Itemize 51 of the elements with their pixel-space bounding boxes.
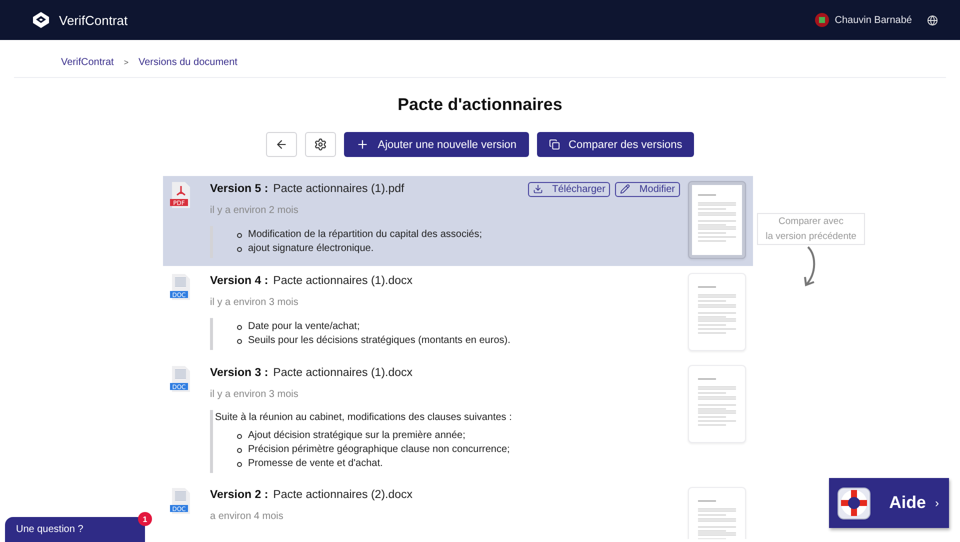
globe-icon[interactable] — [927, 14, 938, 26]
file-name: Pacte actionnaires (1).pdf — [273, 183, 406, 195]
change-item: Date pour la vente/achat; — [248, 320, 360, 334]
file-name: Pacte actionnaires (2).docx — [273, 489, 414, 501]
change-item: Promesse de vente et d'achat. — [248, 457, 383, 471]
breadcrumb-link[interactable]: Versions du document — [138, 57, 238, 68]
brand-name[interactable]: VerifContrat — [59, 12, 128, 28]
settings-icon — [314, 138, 327, 151]
bullet-icon — [237, 324, 242, 330]
version-label: Version 4 : — [210, 275, 268, 287]
bullet-icon — [237, 462, 242, 466]
version-time: a environ 4 mois — [210, 511, 284, 522]
copy-icon — [548, 139, 560, 150]
breadcrumb-link[interactable]: VerifContrat — [61, 57, 114, 68]
version-time: il y a environ 3 mois — [210, 297, 300, 308]
page-title: Pacte d'actionnaires — [396, 95, 564, 115]
version-label: Version 2 : — [210, 489, 268, 501]
version-time: il y a environ 3 mois — [210, 389, 300, 400]
file-name: Pacte actionnaires (1).docx — [273, 275, 414, 287]
pencil-icon — [620, 184, 630, 194]
help-button[interactable]: Aide › — [829, 478, 949, 528]
lifebuoy-icon — [837, 486, 871, 520]
download-button[interactable]: Télécharger — [528, 182, 610, 196]
compare-versions-button[interactable]: Comparer des versions — [536, 132, 694, 157]
logo-icon — [32, 11, 50, 29]
user-name[interactable]: Chauvin Barnabé — [834, 14, 912, 26]
breadcrumb-separator: > — [124, 58, 128, 67]
back-arrow-icon — [274, 138, 288, 151]
version-note: Suite à la réunion au cabinet, modifications des clauses suivantes : — [214, 412, 513, 423]
bullet-icon — [237, 246, 242, 252]
change-item: Seuils pour les décisions stratégiques (montants en euros). — [248, 334, 510, 348]
change-item: Ajout décision stratégique sur la première année; — [248, 429, 466, 443]
bullet-icon — [237, 448, 242, 452]
back-button[interactable] — [266, 132, 297, 157]
version-label: Version 5 : — [210, 183, 268, 195]
change-item: Précision périmètre géographique clause non concurrence; — [248, 443, 510, 457]
edit-button[interactable]: Modifier — [615, 182, 680, 196]
notification-badge: 1 — [138, 512, 152, 526]
download-icon — [533, 184, 544, 194]
settings-button[interactable] — [304, 132, 336, 157]
bullet-icon — [237, 232, 242, 238]
change-item: Modification de la répartition du capital des associés; — [248, 228, 482, 242]
plus-icon — [356, 138, 369, 151]
file-name: Pacte actionnaires (1).docx — [273, 367, 414, 379]
change-item: ajout signature électronique. — [248, 242, 374, 256]
add-version-button[interactable]: Ajouter une nouvelle version — [344, 132, 529, 157]
version-label: Version 3 : — [210, 367, 268, 379]
bullet-icon — [237, 434, 242, 438]
avatar-icon[interactable] — [814, 13, 829, 27]
version-time: il y a environ 2 mois — [210, 205, 300, 216]
bullet-icon — [237, 338, 242, 344]
